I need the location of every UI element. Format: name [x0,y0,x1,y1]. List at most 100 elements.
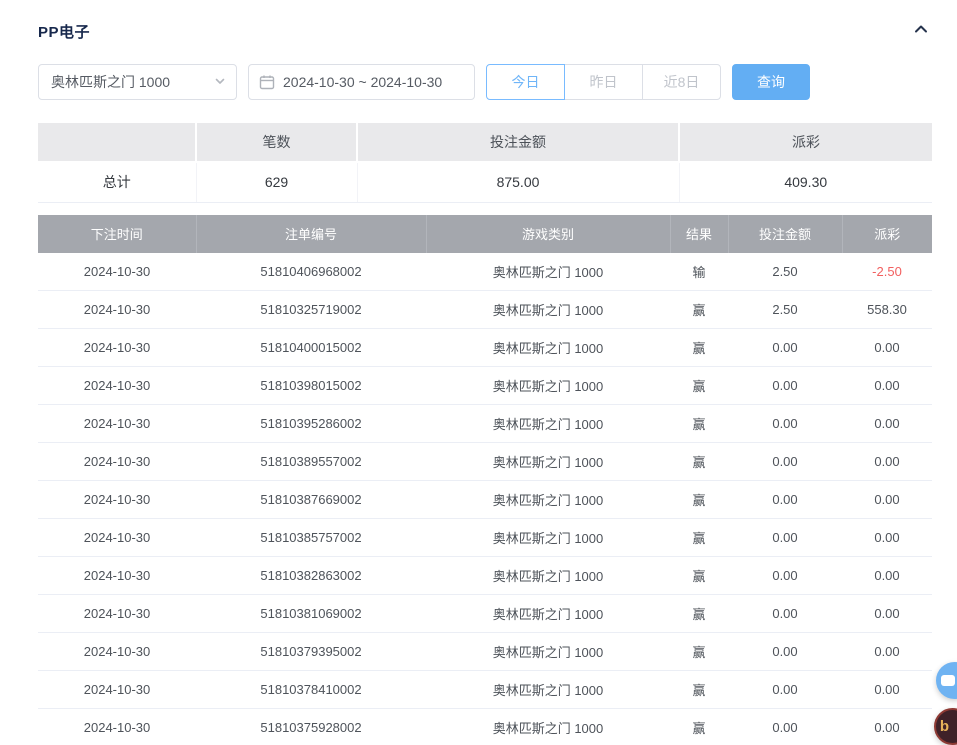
bet-amount-cell: 0.00 [728,329,842,367]
summary-total-row: 总计 629 875.00 409.30 [38,162,932,202]
payout-cell: 0.00 [842,329,932,367]
table-row: 2024-10-3051810378410002奥林匹斯之门 1000赢0.00… [38,671,932,709]
result-cell: 赢 [670,367,728,405]
order-id-cell: 51810395286002 [196,405,426,443]
summary-count-value: 629 [196,162,357,202]
bet-amount-cell: 0.00 [728,405,842,443]
game-type-cell: 奥林匹斯之门 1000 [426,595,670,633]
bet-time-cell: 2024-10-30 [38,709,196,745]
order-id-cell: 51810378410002 [196,671,426,709]
chevron-up-icon [913,21,929,42]
game-type-cell: 奥林匹斯之门 1000 [426,367,670,405]
quick-range-button-group: 今日 昨日 近8日 [486,64,721,100]
result-cell: 赢 [670,291,728,329]
payout-cell: 0.00 [842,367,932,405]
order-id-cell: 51810382863002 [196,557,426,595]
pp-report-panel: PP电子 奥林匹斯之门 1000 2024-10-30 ~ [0,0,957,745]
order-id-cell: 51810387669002 [196,481,426,519]
result-cell: 赢 [670,519,728,557]
header-game-type: 游戏类别 [426,215,670,253]
payout-cell: 0.00 [842,633,932,671]
bet-amount-cell: 0.00 [728,367,842,405]
header-bet-amount: 投注金额 [728,215,842,253]
bet-time-cell: 2024-10-30 [38,443,196,481]
bet-amount-cell: 0.00 [728,557,842,595]
result-cell: 赢 [670,595,728,633]
game-type-cell: 奥林匹斯之门 1000 [426,405,670,443]
result-cell: 赢 [670,443,728,481]
game-select[interactable]: 奥林匹斯之门 1000 [38,64,237,100]
game-type-cell: 奥林匹斯之门 1000 [426,291,670,329]
order-id-cell: 51810379395002 [196,633,426,671]
bet-time-cell: 2024-10-30 [38,291,196,329]
bet-amount-cell: 0.00 [728,709,842,745]
bet-time-cell: 2024-10-30 [38,519,196,557]
result-cell: 赢 [670,709,728,745]
table-row: 2024-10-3051810406968002奥林匹斯之门 1000输2.50… [38,253,932,291]
floating-brand-button[interactable]: b [934,708,957,745]
date-range-picker[interactable]: 2024-10-30 ~ 2024-10-30 [248,64,475,100]
game-type-cell: 奥林匹斯之门 1000 [426,671,670,709]
result-cell: 赢 [670,405,728,443]
result-cell: 赢 [670,633,728,671]
table-row: 2024-10-3051810382863002奥林匹斯之门 1000赢0.00… [38,557,932,595]
result-cell: 输 [670,253,728,291]
order-id-cell: 51810325719002 [196,291,426,329]
bet-time-cell: 2024-10-30 [38,405,196,443]
game-type-cell: 奥林匹斯之门 1000 [426,253,670,291]
payout-cell: 0.00 [842,557,932,595]
game-type-cell: 奥林匹斯之门 1000 [426,443,670,481]
yesterday-button[interactable]: 昨日 [564,64,643,100]
bet-time-cell: 2024-10-30 [38,557,196,595]
payout-cell: 0.00 [842,709,932,745]
table-row: 2024-10-3051810381069002奥林匹斯之门 1000赢0.00… [38,595,932,633]
summary-header-bet: 投注金额 [357,123,679,162]
table-row: 2024-10-3051810385757002奥林匹斯之门 1000赢0.00… [38,519,932,557]
bet-time-cell: 2024-10-30 [38,633,196,671]
result-cell: 赢 [670,329,728,367]
header-order-id: 注单编号 [196,215,426,253]
table-row: 2024-10-3051810398015002奥林匹斯之门 1000赢0.00… [38,367,932,405]
bet-time-cell: 2024-10-30 [38,253,196,291]
header-result: 结果 [670,215,728,253]
result-cell: 赢 [670,557,728,595]
game-type-cell: 奥林匹斯之门 1000 [426,481,670,519]
header-bet-time: 下注时间 [38,215,196,253]
date-range-value: 2024-10-30 ~ 2024-10-30 [283,74,442,90]
summary-total-label: 总计 [38,162,196,202]
bet-time-cell: 2024-10-30 [38,367,196,405]
result-cell: 赢 [670,671,728,709]
bet-amount-cell: 0.00 [728,595,842,633]
game-type-cell: 奥林匹斯之门 1000 [426,633,670,671]
order-id-cell: 51810389557002 [196,443,426,481]
result-cell: 赢 [670,481,728,519]
payout-cell: 0.00 [842,405,932,443]
order-id-cell: 51810375928002 [196,709,426,745]
bet-time-cell: 2024-10-30 [38,481,196,519]
calendar-icon [259,74,275,90]
table-row: 2024-10-3051810375928002奥林匹斯之门 1000赢0.00… [38,709,932,745]
collapse-panel-button[interactable] [910,20,932,42]
summary-table: 笔数 投注金额 派彩 总计 629 875.00 409.30 [38,123,932,203]
summary-bet-value: 875.00 [357,162,679,202]
table-row: 2024-10-3051810389557002奥林匹斯之门 1000赢0.00… [38,443,932,481]
payout-cell: 0.00 [842,595,932,633]
bet-time-cell: 2024-10-30 [38,671,196,709]
order-id-cell: 51810398015002 [196,367,426,405]
today-button[interactable]: 今日 [486,64,565,100]
payout-cell: 0.00 [842,481,932,519]
filter-toolbar: 奥林匹斯之门 1000 2024-10-30 ~ 2024-10-30 今日 昨… [38,64,932,100]
bet-time-cell: 2024-10-30 [38,595,196,633]
table-row: 2024-10-3051810325719002奥林匹斯之门 1000赢2.50… [38,291,932,329]
last-8-days-button[interactable]: 近8日 [642,64,721,100]
order-id-cell: 51810406968002 [196,253,426,291]
panel-header: PP电子 [38,20,932,42]
order-id-cell: 51810385757002 [196,519,426,557]
query-button[interactable]: 查询 [732,64,810,100]
floating-chat-button[interactable] [936,662,957,699]
payout-cell: 558.30 [842,291,932,329]
bet-amount-cell: 0.00 [728,443,842,481]
bet-amount-cell: 0.00 [728,481,842,519]
summary-header-count: 笔数 [196,123,357,162]
summary-payout-value: 409.30 [679,162,932,202]
